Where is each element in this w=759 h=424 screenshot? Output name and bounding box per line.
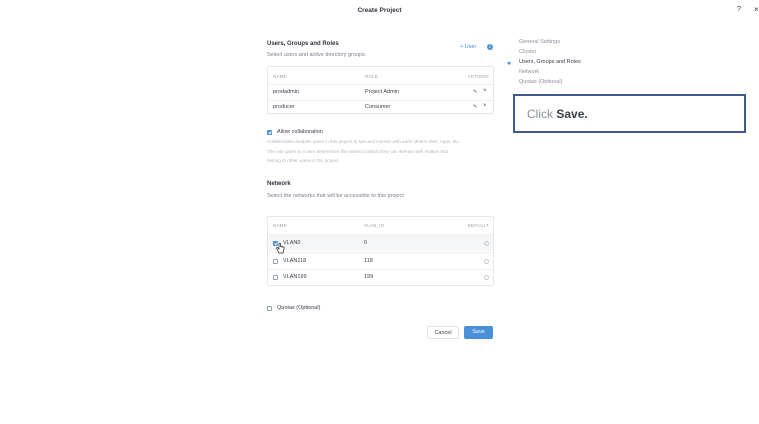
column-header-vlan-id: VLAN_ID — [364, 223, 385, 228]
user-name: producer — [273, 104, 295, 110]
default-radio[interactable] — [484, 259, 489, 264]
divider — [268, 84, 493, 85]
allow-collaboration-label: Allow collaboration — [277, 129, 323, 135]
default-radio[interactable] — [484, 275, 489, 280]
network-section-subtitle: Select the networks that will be accessi… — [267, 193, 404, 199]
default-radio[interactable] — [484, 241, 489, 246]
nav-item-general-settings[interactable]: General Settings — [519, 39, 560, 45]
description-line: Collaboration enables users in this proj… — [267, 139, 461, 144]
vlan-id: 0 — [364, 240, 368, 246]
vlan-name: VLAN118 — [283, 258, 307, 264]
dialog-header: Create Project ? × — [0, 0, 759, 24]
users-section-title: Users, Groups and Roles — [267, 41, 339, 47]
instruction-callout: Click Save. — [513, 94, 746, 133]
vlan-checkbox[interactable] — [273, 275, 278, 280]
users-section-subtitle: Select users and active directory groups… — [267, 52, 367, 58]
nav-item-network[interactable]: Network — [519, 69, 539, 75]
table-row[interactable]: VLAN199 199 — [268, 270, 493, 284]
nav-item-users-groups-roles[interactable]: Users, Groups and Roles — [519, 59, 581, 65]
column-header-role: ROLE — [365, 74, 379, 79]
hand-cursor-icon — [276, 243, 285, 254]
quotas-label: Quotas (Optional) — [277, 305, 321, 311]
delete-icon[interactable]: × — [483, 103, 487, 109]
table-row[interactable]: VLAN118 118 — [268, 253, 493, 269]
collaboration-description: Collaboration enables users in this proj… — [267, 137, 460, 166]
description-line: belong to other users in this project — [267, 158, 339, 163]
table-row[interactable]: VLAN0 0 — [268, 235, 493, 251]
user-name: prodadmin — [273, 89, 299, 95]
vlan-id: 199 — [364, 274, 374, 280]
edit-icon[interactable]: ✎ — [473, 104, 477, 110]
edit-icon[interactable]: ✎ — [473, 89, 477, 95]
nav-item-quotas[interactable]: Quotas (Optional) — [519, 79, 562, 85]
vlan-checkbox[interactable] — [273, 259, 278, 264]
help-icon[interactable]: ? — [737, 6, 741, 13]
user-role: Project Admin — [365, 89, 399, 95]
network-table: NAME VLAN_ID DEFAULT VLAN0 0 VLAN118 118… — [267, 216, 494, 286]
allow-collaboration-checkbox[interactable] — [267, 130, 272, 135]
cancel-button[interactable]: Cancel — [427, 326, 459, 339]
close-icon[interactable]: × — [754, 5, 759, 14]
delete-icon[interactable]: × — [483, 88, 487, 94]
instruction-text: Click Save. — [527, 107, 588, 121]
save-button[interactable]: Save — [464, 326, 493, 339]
active-indicator-icon: ✱ — [507, 61, 512, 67]
instruction-prefix: Click — [527, 107, 557, 121]
vlan-name: VLAN199 — [283, 274, 307, 280]
users-table: NAME ROLE ACTIONS prodadmin Project Admi… — [267, 66, 494, 114]
divider — [268, 100, 493, 101]
vlan-name: VLAN0 — [283, 240, 301, 246]
user-role: Consumer — [365, 104, 391, 110]
description-line: The role given to a user determines the … — [267, 148, 449, 154]
instruction-emphasis: Save. — [556, 107, 588, 121]
column-header-name: NAME — [273, 74, 287, 79]
info-icon[interactable]: i — [487, 44, 493, 50]
dialog-title: Create Project — [357, 7, 402, 14]
vlan-id: 118 — [364, 258, 373, 264]
column-header-actions: ACTIONS — [467, 74, 489, 79]
column-header-default: DEFAULT — [467, 223, 489, 228]
quotas-checkbox[interactable] — [267, 306, 272, 311]
network-section-title: Network — [267, 181, 291, 187]
column-header-name: NAME — [273, 223, 287, 228]
nav-item-cluster[interactable]: Cluster — [519, 49, 536, 55]
add-user-button[interactable]: + User — [460, 44, 476, 50]
